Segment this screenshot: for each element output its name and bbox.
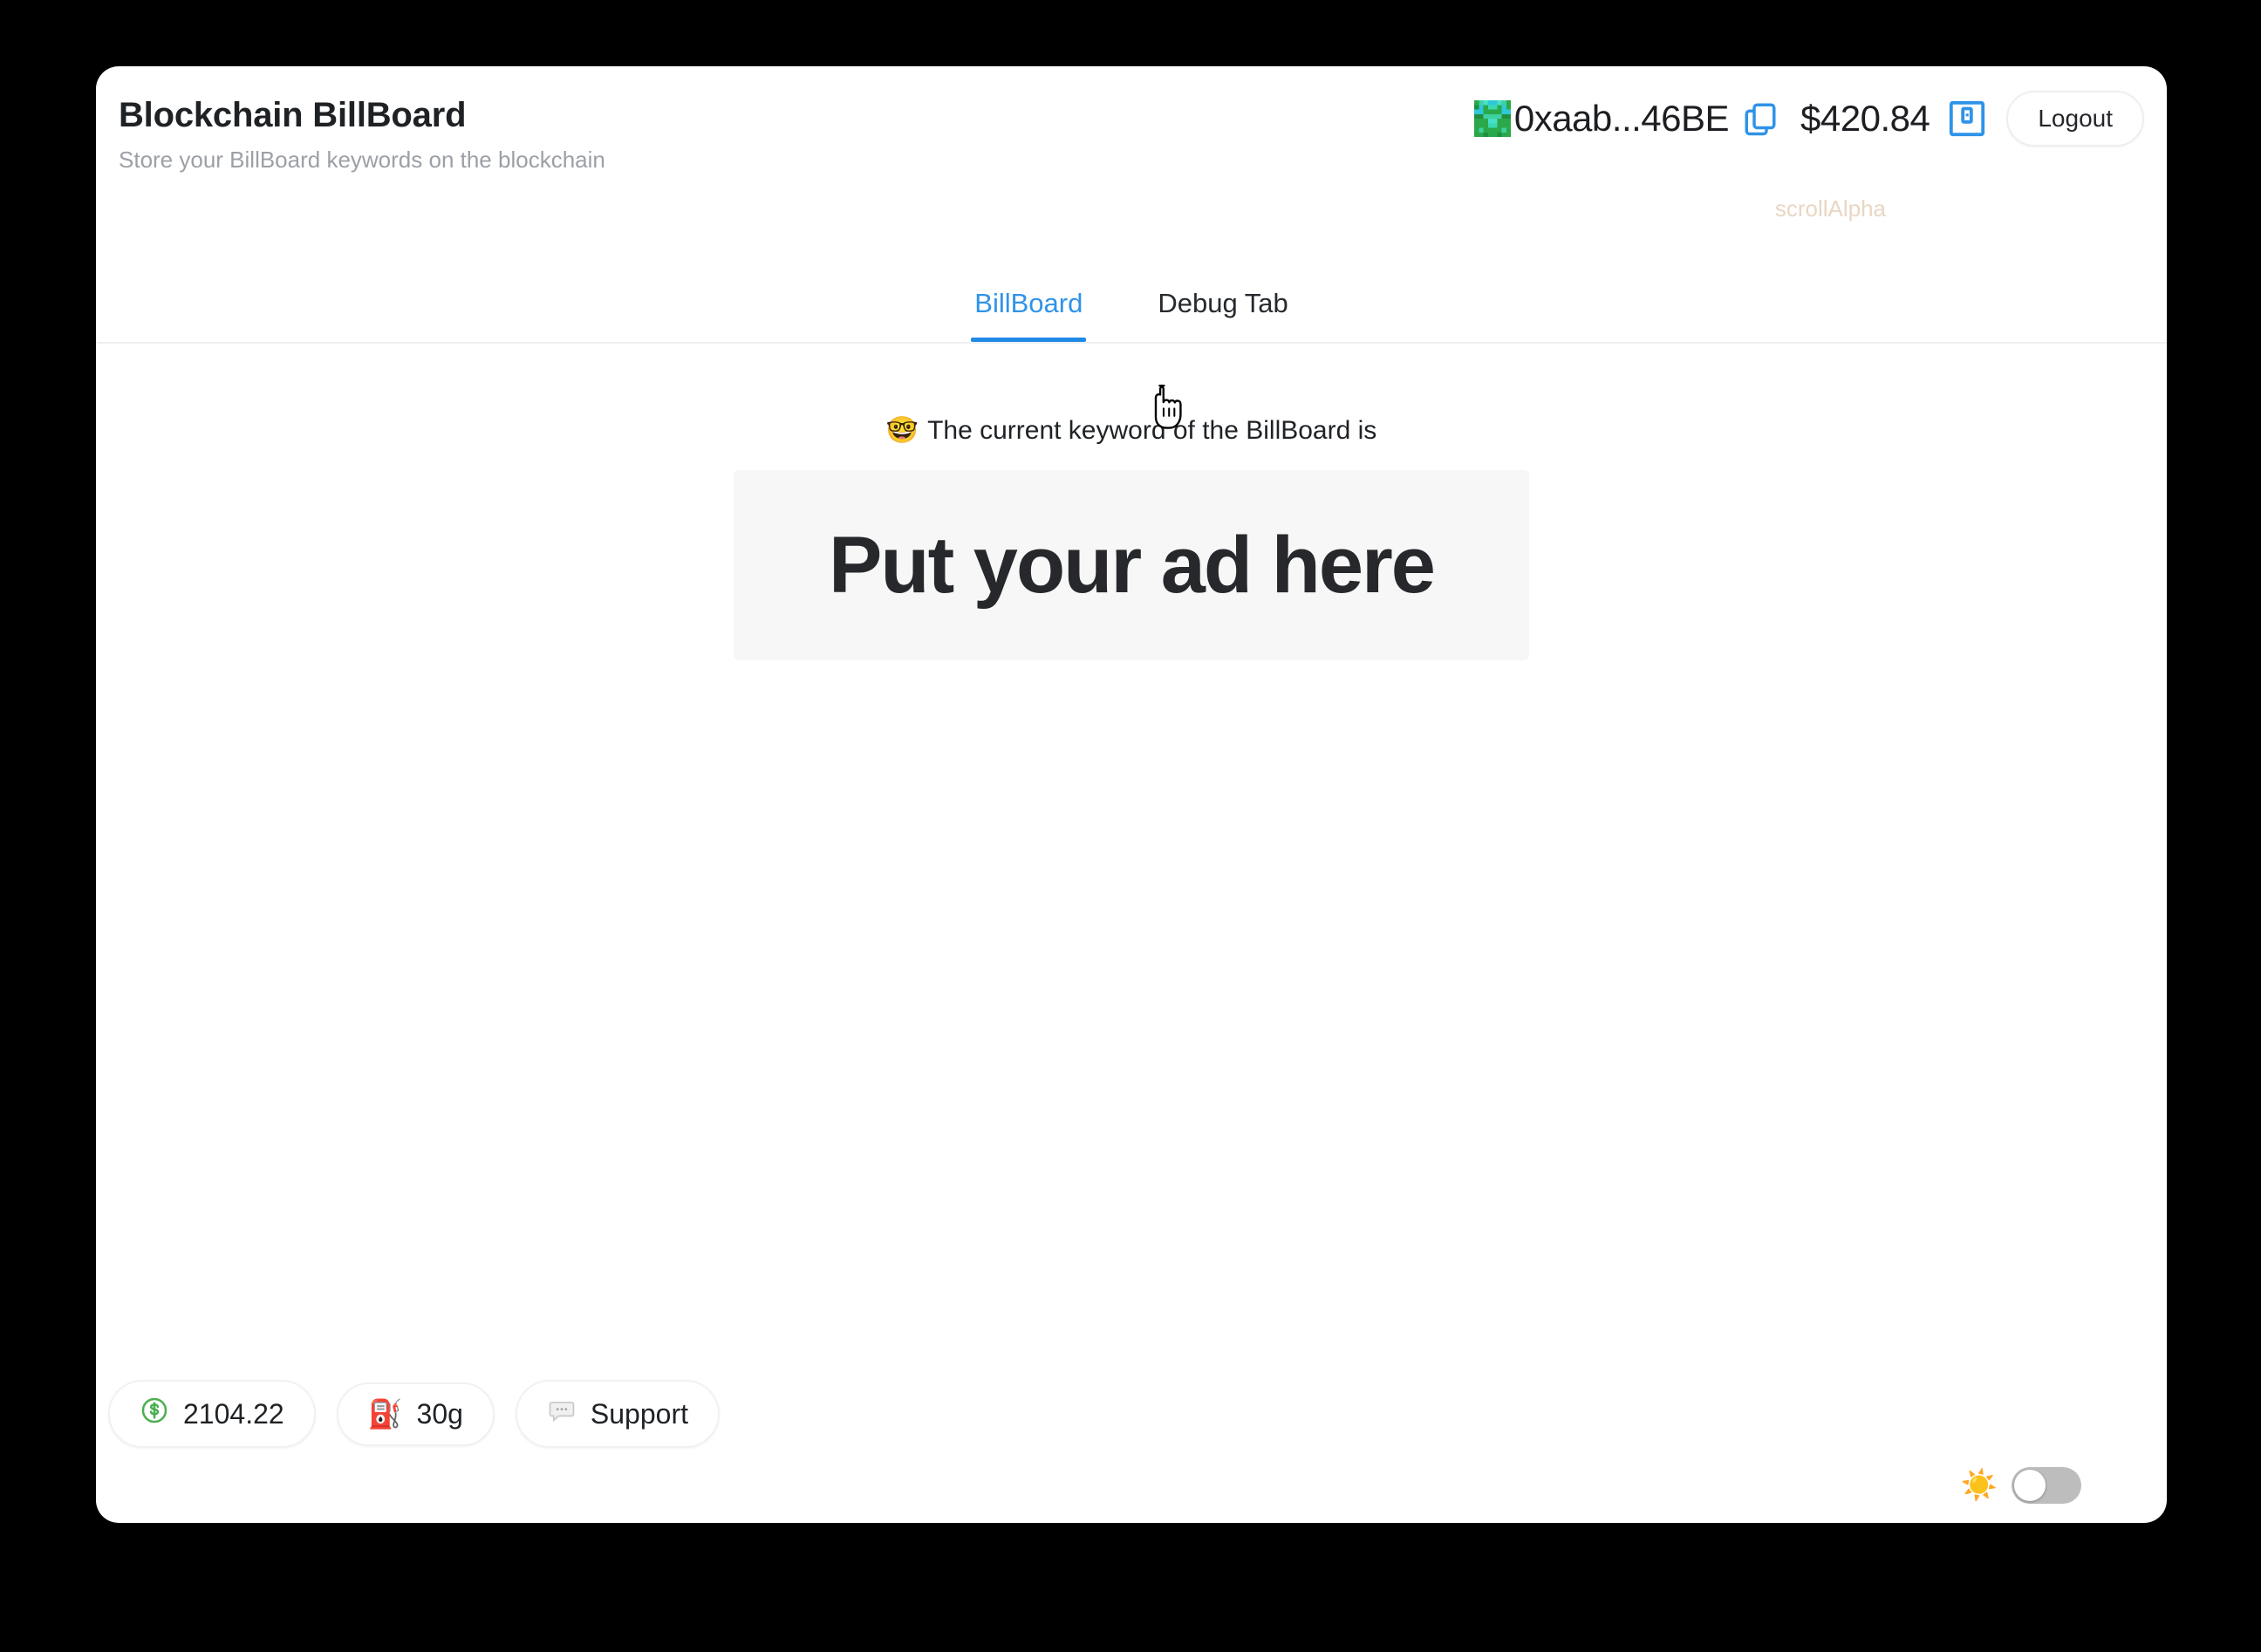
- support-pill-label: Support: [590, 1397, 688, 1430]
- tabs: BillBoard Debug Tab: [96, 283, 2167, 342]
- blockie-avatar-icon: [1473, 100, 1511, 137]
- qr-code-icon[interactable]: [1940, 92, 1994, 146]
- keyword-caption-text: The current keyword of the BillBoard is: [927, 416, 1377, 445]
- brand: Blockchain BillBoard Store your BillBoar…: [119, 94, 605, 174]
- theme-toggle-group: ☀️: [1961, 1467, 2081, 1504]
- wallet-address: 0xaab...46BE: [1513, 98, 1730, 139]
- support-pill[interactable]: Support: [515, 1380, 720, 1448]
- page-subtitle: Store your BillBoard keywords on the blo…: [119, 147, 605, 173]
- gas-price-pill-label: 30g: [416, 1397, 463, 1430]
- tab-billboard[interactable]: BillBoard: [971, 283, 1087, 342]
- wallet-balance: $420.84: [1800, 98, 1930, 139]
- app-card: Blockchain BillBoard Store your BillBoar…: [96, 66, 2167, 1523]
- footer-pills: 2104.22 ⛽ 30g Support: [108, 1380, 720, 1448]
- page-title: Blockchain BillBoard: [119, 96, 467, 134]
- balance-pill-label: 2104.22: [183, 1397, 284, 1430]
- copy-icon[interactable]: [1736, 94, 1785, 143]
- tab-debug[interactable]: Debug Tab: [1154, 283, 1291, 342]
- logout-button[interactable]: Logout: [2006, 91, 2144, 147]
- balance-pill[interactable]: 2104.22: [108, 1380, 316, 1448]
- speech-bubble-icon: [547, 1396, 577, 1432]
- sun-icon: ☀️: [1960, 1469, 1998, 1502]
- theme-toggle-switch[interactable]: [2012, 1467, 2081, 1504]
- nerd-face-emoji-icon: 🤓: [885, 416, 919, 445]
- theme-toggle-knob: [2014, 1470, 2046, 1501]
- keyword-caption: 🤓 The current keyword of the BillBoard is: [96, 415, 2167, 446]
- app-header: Blockchain BillBoard Store your BillBoar…: [96, 66, 2167, 232]
- gas-price-pill[interactable]: ⛽ 30g: [336, 1382, 495, 1446]
- billboard-keyword: Put your ad here: [829, 520, 1436, 610]
- dollar-circle-icon: [140, 1396, 169, 1432]
- wallet-bar: 0xaab...46BE $420.84 Logout: [1473, 87, 2144, 150]
- gas-pump-icon: ⛽: [367, 1398, 403, 1430]
- tab-bar: BillBoard Debug Tab: [96, 283, 2167, 344]
- network-name: scrollAlpha: [1774, 195, 1886, 222]
- billboard-panel: Put your ad here: [734, 470, 1529, 660]
- tab-divider: [96, 342, 2167, 344]
